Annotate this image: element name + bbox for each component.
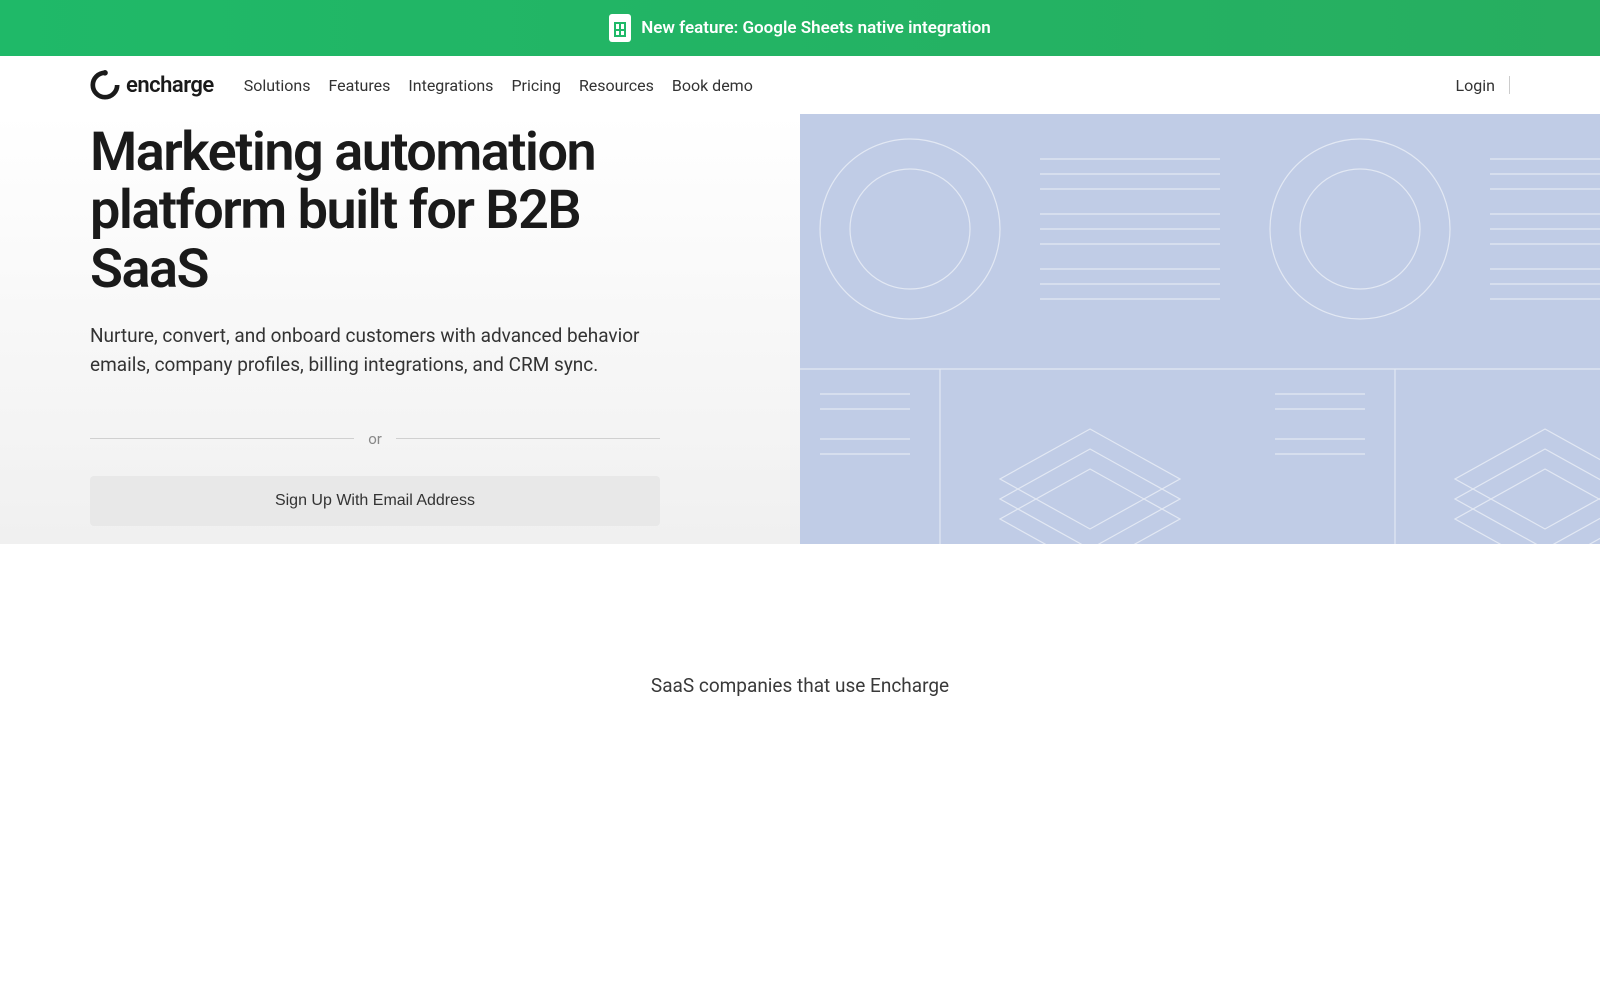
logo[interactable]: encharge [90, 70, 214, 100]
login-link[interactable]: Login [1456, 76, 1495, 95]
divider-line-right [396, 438, 660, 439]
hero-illustration [800, 114, 1600, 544]
nav-integrations[interactable]: Integrations [408, 76, 493, 95]
nav-book-demo[interactable]: Book demo [672, 76, 753, 95]
nav-menu: Solutions Features Integrations Pricing … [244, 76, 753, 95]
announcement-bar[interactable]: New feature: Google Sheets native integr… [0, 0, 1600, 56]
social-proof-section: SaaS companies that use Encharge [0, 544, 1600, 757]
hero-section: Marketing automation platform built for … [0, 114, 1600, 544]
or-text: or [368, 430, 382, 448]
hero-content: Marketing automation platform built for … [90, 114, 710, 544]
announcement-text: New feature: Google Sheets native integr… [641, 18, 991, 38]
nav-features[interactable]: Features [328, 76, 390, 95]
nav-resources[interactable]: Resources [579, 76, 654, 95]
logo-icon [90, 70, 120, 100]
main-nav: encharge Solutions Features Integrations… [0, 56, 1600, 114]
logo-text: encharge [126, 73, 214, 98]
hero-title: Marketing automation platform built for … [90, 124, 660, 299]
nav-right: Login [1456, 76, 1510, 95]
nav-pricing[interactable]: Pricing [511, 76, 561, 95]
social-proof-heading: SaaS companies that use Encharge [20, 674, 1580, 697]
nav-divider [1509, 76, 1510, 94]
google-sheets-icon [609, 14, 631, 42]
nav-solutions[interactable]: Solutions [244, 76, 311, 95]
email-signup-button[interactable]: Sign Up With Email Address [90, 476, 660, 526]
divider-line-left [90, 438, 354, 439]
signup-or-divider: or [90, 430, 660, 448]
hero: Marketing automation platform built for … [0, 114, 1600, 544]
hero-subtitle: Nurture, convert, and onboard customers … [90, 321, 650, 380]
